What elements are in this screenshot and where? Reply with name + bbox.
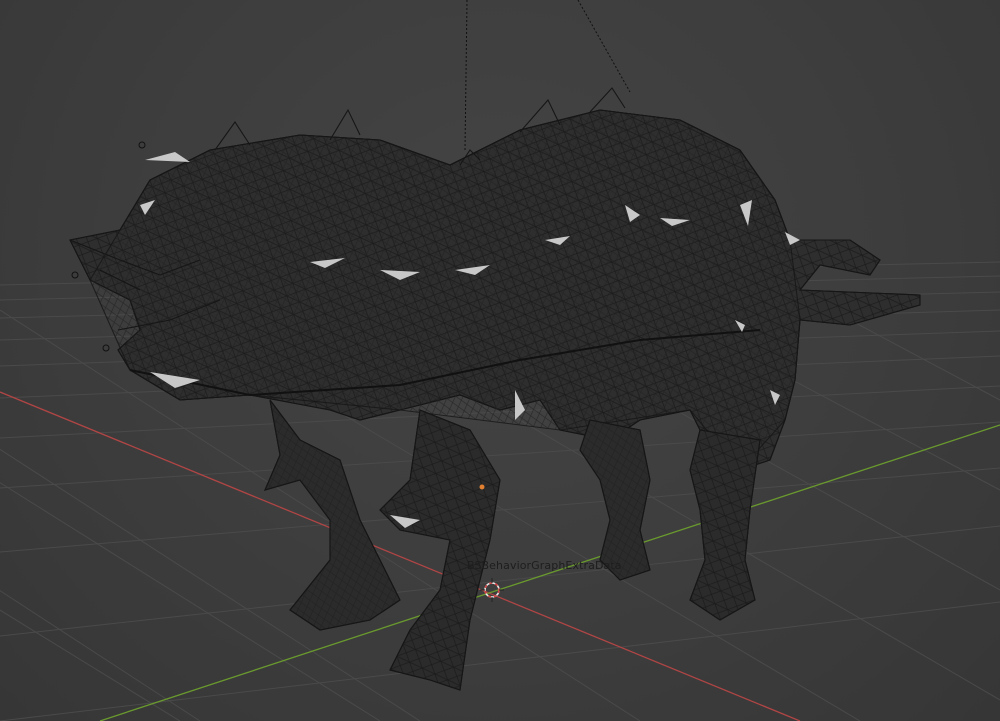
viewport-scene[interactable]: [0, 0, 1000, 721]
y-axis-line: [99, 424, 1000, 721]
camera-relationship-line: [577, 0, 631, 93]
creature-wireframe-mesh[interactable]: [69, 87, 921, 691]
3d-viewport[interactable]: BSBehaviorGraphExtraData: [0, 0, 1000, 721]
light-empty-icon[interactable]: [479, 484, 485, 490]
object-name-label: BSBehaviorGraphExtraData: [467, 559, 622, 572]
light-relationship-line: [464, 0, 468, 151]
